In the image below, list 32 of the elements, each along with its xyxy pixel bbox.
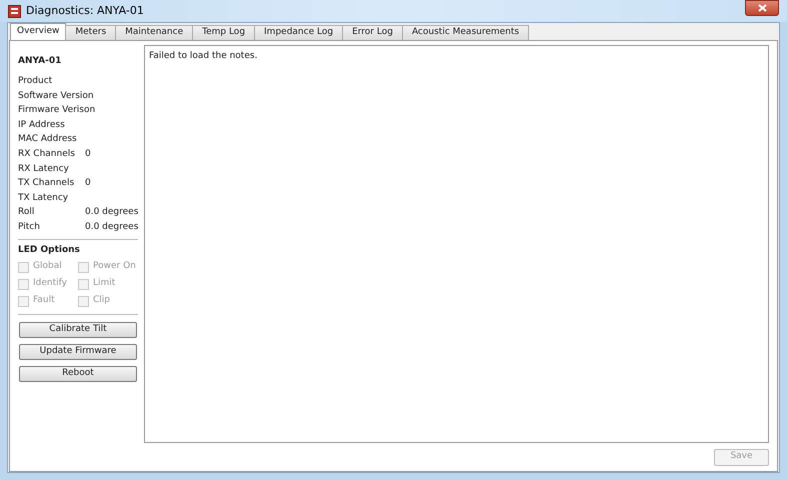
property-label: MAC Address <box>18 133 78 146</box>
property-label: Pitch <box>18 220 41 234</box>
property-value: 0.0 degrees <box>85 220 138 234</box>
property-label: RX Channels <box>18 148 76 162</box>
close-button[interactable] <box>745 0 779 16</box>
close-icon <box>758 4 766 12</box>
property-value: 0 <box>85 148 91 162</box>
action-button[interactable]: Update Firmware <box>19 344 137 360</box>
property-value: 0 <box>85 177 91 190</box>
property-label: Firmware Verison <box>18 104 96 118</box>
tab[interactable]: Meters <box>65 25 116 40</box>
action-button[interactable]: Calibrate Tilt <box>19 322 137 338</box>
window-title: Diagnostics: ANYA-01 <box>26 2 144 19</box>
property-label: Software Version <box>18 90 95 103</box>
tab[interactable]: Temp Log <box>192 25 256 40</box>
property-value: 0.0 degrees <box>85 206 138 220</box>
property-label: Roll <box>18 206 36 220</box>
notes-message: Failed to load the notes. <box>149 51 258 61</box>
tab[interactable]: Error Log <box>342 25 403 40</box>
tab[interactable]: Maintenance <box>115 25 194 40</box>
property-label: TX Latency <box>18 192 70 205</box>
property-label: RX Latency <box>18 162 70 176</box>
app-icon <box>8 4 21 18</box>
property-label: IP Address <box>18 118 66 132</box>
property-label: TX Channels <box>18 177 76 190</box>
action-button[interactable]: Reboot <box>19 366 137 382</box>
tab[interactable]: Acoustic Measurements <box>402 25 530 40</box>
property-label: Product <box>18 75 54 88</box>
tab[interactable]: Overview <box>10 23 66 40</box>
section-title: LED Options <box>18 244 81 258</box>
tab[interactable]: Impedance Log <box>254 25 344 40</box>
device-name: ANYA-01 <box>18 55 62 68</box>
